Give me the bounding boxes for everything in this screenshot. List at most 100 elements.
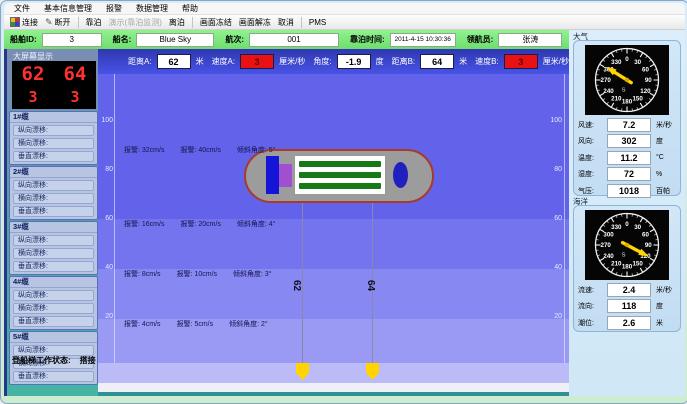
gangway-status-value: 搭接: [80, 355, 96, 366]
menu-item-basic-info-mgmt[interactable]: 基本信息管理: [44, 3, 92, 14]
cable-group-2: 2#缆纵向漂移:横向漂移:垂直漂移:: [9, 166, 98, 220]
display-speed-a: 3: [12, 88, 54, 109]
pressure-value: 1018: [607, 184, 651, 198]
distance-a-value: 62: [157, 54, 191, 69]
right-panel: 大气 0306090120150180210240270300330S 风速:7…: [569, 30, 685, 396]
toolbar-button-demo[interactable]: 演示(靠泊监测): [109, 17, 162, 28]
ship-bow: [393, 162, 408, 188]
svg-text:60: 60: [642, 232, 649, 239]
distance-b-field: 距离B: 64 米: [392, 54, 468, 69]
ship-deck: [294, 155, 386, 195]
y-tick-label: 20: [550, 313, 562, 321]
svg-text:30: 30: [634, 224, 641, 231]
menu-item-file[interactable]: 文件: [14, 3, 30, 14]
menu-item-alarm[interactable]: 报警: [106, 3, 122, 14]
cable-group-label: 5#缆: [10, 332, 97, 343]
dock-strip: [98, 363, 569, 383]
berth-time-label: 靠泊时间:: [350, 34, 385, 45]
temperature-row: 温度:11.2°C: [578, 151, 676, 165]
toolbar-button-berth[interactable]: 靠泊: [86, 17, 102, 28]
quay-strip: [98, 383, 569, 392]
current-speed-label: 流速:: [578, 285, 604, 295]
display-distance-a: 62: [12, 61, 54, 88]
angle-unit: 度: [376, 56, 384, 67]
ship-name-field: 船名: Blue Sky: [113, 33, 215, 47]
humidity-unit: %: [656, 171, 662, 178]
svg-text:180: 180: [622, 99, 633, 106]
svg-text:210: 210: [611, 261, 622, 268]
svg-text:0: 0: [625, 221, 629, 228]
berth-time-field: 靠泊时间: 2011-4-15 10:30:36: [350, 33, 456, 47]
svg-text:60: 60: [642, 67, 649, 74]
cable-group-label: 3#缆: [10, 222, 97, 233]
toolbar-button-disconnect[interactable]: ✎ 断开: [45, 17, 71, 28]
speed-a-field: 速度A: 3 厘米/秒: [212, 54, 306, 69]
voyage-field: 航次: 001: [225, 33, 339, 47]
gangway-status-label: 登船梯工作状态:: [12, 355, 71, 366]
y-tick-label: 120: [550, 74, 562, 76]
wind-direction-row: 风向:302度: [578, 134, 676, 148]
tilt-threshold: 倾斜角度: 5°: [237, 145, 276, 155]
toolbar-button-connect[interactable]: 连接: [10, 17, 38, 28]
toolbar-button-depart[interactable]: 离泊: [169, 17, 185, 28]
toolbar-button-label: 画面解冻: [239, 17, 271, 28]
svg-text:90: 90: [645, 77, 652, 84]
current-direction-value: 118: [607, 299, 651, 313]
speed-b-label: 速度B:: [475, 56, 499, 67]
ship-name-input[interactable]: Blue Sky: [136, 33, 214, 47]
disconnect-icon: ✎: [45, 18, 53, 26]
alarm-threshold-low: 报警: 32cm/s: [124, 145, 164, 155]
distance-b-unit: 米: [459, 56, 467, 67]
toolbar-button-unfreeze-screen[interactable]: 画面解冻: [239, 17, 271, 28]
alarm-threshold-low: 报警: 4cm/s: [124, 319, 161, 329]
svg-text:S: S: [622, 253, 626, 259]
tide-level-value: 2.6: [607, 316, 651, 330]
readout-bar: 距离A: 62 米 速度A: 3 厘米/秒 角度: -1.9 度 距离B: 64…: [98, 49, 569, 74]
cable-group-1: 1#缆纵向漂移:横向漂移:垂直漂移:: [9, 111, 98, 165]
drift-row: 纵向漂移:: [13, 180, 94, 191]
pressure-label: 气压:: [578, 186, 604, 196]
ship-graphic: [244, 149, 434, 203]
svg-text:210: 210: [611, 96, 622, 103]
toolbar-separator: [78, 17, 79, 28]
current-speed-value: 2.4: [607, 283, 651, 297]
berth-time-input[interactable]: 2011-4-15 10:30:36: [390, 33, 456, 47]
alarm-threshold-high: 报警: 10cm/s: [177, 269, 217, 279]
svg-text:240: 240: [603, 253, 614, 260]
svg-text:S: S: [622, 88, 626, 94]
toolbar-button-cancel[interactable]: 取消: [278, 17, 294, 28]
humidity-label: 湿度:: [578, 169, 604, 179]
svg-text:300: 300: [603, 232, 614, 239]
menu-bar: 文件 基本信息管理 报警 数据管理 帮助: [4, 3, 685, 15]
humidity-row: 湿度:72%: [578, 167, 676, 181]
temperature-label: 温度:: [578, 153, 604, 163]
ship-cabin-block: [279, 164, 292, 187]
cable-group-label: 4#缆: [10, 277, 97, 288]
tide-level-unit: 米: [656, 318, 663, 328]
pressure-row: 气压:1018百帕: [578, 184, 676, 198]
tilt-threshold: 倾斜角度: 4°: [237, 219, 276, 229]
toolbar-button-pms[interactable]: PMS: [309, 18, 326, 27]
menu-item-help[interactable]: 帮助: [182, 3, 198, 14]
voyage-input[interactable]: 001: [249, 33, 339, 47]
ship-id-input[interactable]: 3: [42, 33, 102, 47]
toolbar-button-label: 断开: [55, 17, 71, 28]
y-axis-right: [564, 74, 565, 363]
pilot-input[interactable]: 张涛: [498, 33, 562, 47]
tide-level-label: 潮位:: [578, 318, 604, 328]
wind-direction-gauge: 0306090120150180210240270300330S: [585, 45, 669, 115]
svg-text:90: 90: [645, 242, 652, 249]
cable-group-label: 1#缆: [10, 112, 97, 123]
alarm-text-row: 报警: 4cm/s报警: 5cm/s倾斜角度: 2°: [124, 319, 268, 329]
toolbar-button-freeze-screen[interactable]: 画面冻结: [200, 17, 232, 28]
y-tick-label: 80: [550, 166, 562, 174]
y-tick-label: 20: [101, 313, 113, 321]
y-tick-label: 80: [101, 166, 113, 174]
toolbar-button-label: PMS: [309, 18, 326, 27]
toolbar: 连接 ✎ 断开 靠泊 演示(靠泊监测) 离泊 画面冻结 画面解冻 取消 PMS: [4, 15, 685, 30]
menu-item-data-mgmt[interactable]: 数据管理: [136, 3, 168, 14]
svg-text:120: 120: [640, 88, 651, 95]
toolbar-button-label: 画面冻结: [200, 17, 232, 28]
svg-text:270: 270: [601, 242, 612, 249]
ship-bridge-block: [266, 156, 279, 194]
